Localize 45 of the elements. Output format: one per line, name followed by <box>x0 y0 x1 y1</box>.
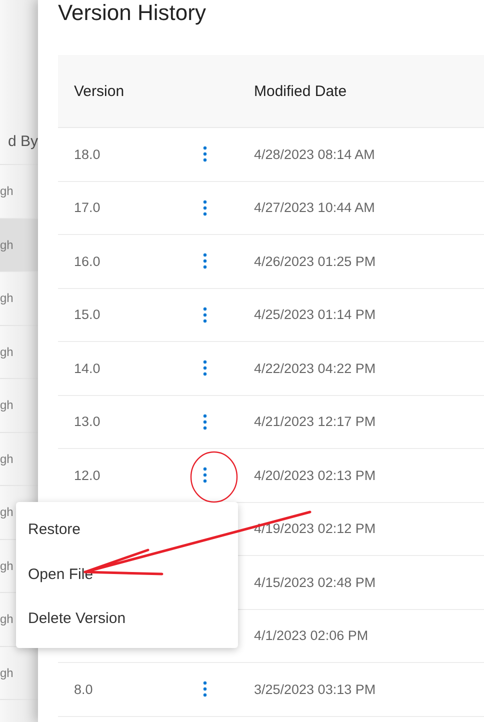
table-cell: 4/22/2023 04:22 PM <box>254 360 376 376</box>
list-cell-text: gh <box>0 344 14 359</box>
list-cell-text: gh <box>0 452 14 466</box>
panel-title: Version History <box>58 0 207 27</box>
list-cell-text: gh <box>0 184 14 198</box>
table-cell: 3/25/2023 03:13 PM <box>254 682 376 697</box>
table-cell: 4/25/2023 01:14 PM <box>254 307 376 322</box>
more-options-icon[interactable] <box>203 306 207 323</box>
column-header: d By <box>8 132 38 150</box>
table-cell: 4/27/2023 10:44 AM <box>254 200 375 216</box>
table-cell: 16.0 <box>74 254 100 269</box>
table-cell: 17.0 <box>74 200 100 216</box>
table-cell: 18.0 <box>74 146 100 162</box>
list-row[interactable]: gh <box>0 218 38 272</box>
list-cell-text: gh <box>0 505 14 520</box>
table-cell: 4/19/2023 02:12 PM <box>254 521 376 536</box>
list-cell-text: gh <box>0 612 14 626</box>
list-cell-text: gh <box>0 666 14 680</box>
table-cell: 8.0 <box>74 682 93 697</box>
table-cell: 4/15/2023 02:48 PM <box>254 574 376 590</box>
table-cell: 4/26/2023 01:25 PM <box>254 254 376 269</box>
column-header: Version <box>73 82 126 100</box>
table-cell: 4/1/2023 02:06 PM <box>254 628 368 644</box>
list-cell-text: gh <box>0 558 14 573</box>
table-cell: 4/21/2023 12:17 PM <box>254 414 376 430</box>
table-cell: 4/20/2023 02:13 PM <box>254 468 376 483</box>
more-options-icon[interactable] <box>203 414 207 430</box>
annotation-circle <box>190 451 238 503</box>
menu-item[interactable]: Restore <box>16 508 238 552</box>
table-cell: 15.0 <box>74 307 100 322</box>
list-cell-text: gh <box>0 398 14 412</box>
more-options-icon[interactable] <box>203 253 207 270</box>
table-cell: 4/28/2023 08:14 AM <box>254 146 375 162</box>
more-options-icon[interactable] <box>203 146 207 162</box>
column-header: Modified Date <box>254 82 348 100</box>
table-cell: 12.0 <box>74 468 100 483</box>
more-options-icon[interactable] <box>203 360 207 376</box>
more-options-icon[interactable] <box>203 681 207 698</box>
more-options-icon[interactable] <box>203 467 207 484</box>
list-cell-text: gh <box>0 291 14 306</box>
menu-item[interactable]: Delete Version <box>16 597 238 642</box>
table-cell: 14.0 <box>74 360 100 376</box>
list-cell-text: gh <box>0 238 14 252</box>
table-cell: 13.0 <box>74 414 100 430</box>
more-options-icon[interactable] <box>203 200 207 216</box>
